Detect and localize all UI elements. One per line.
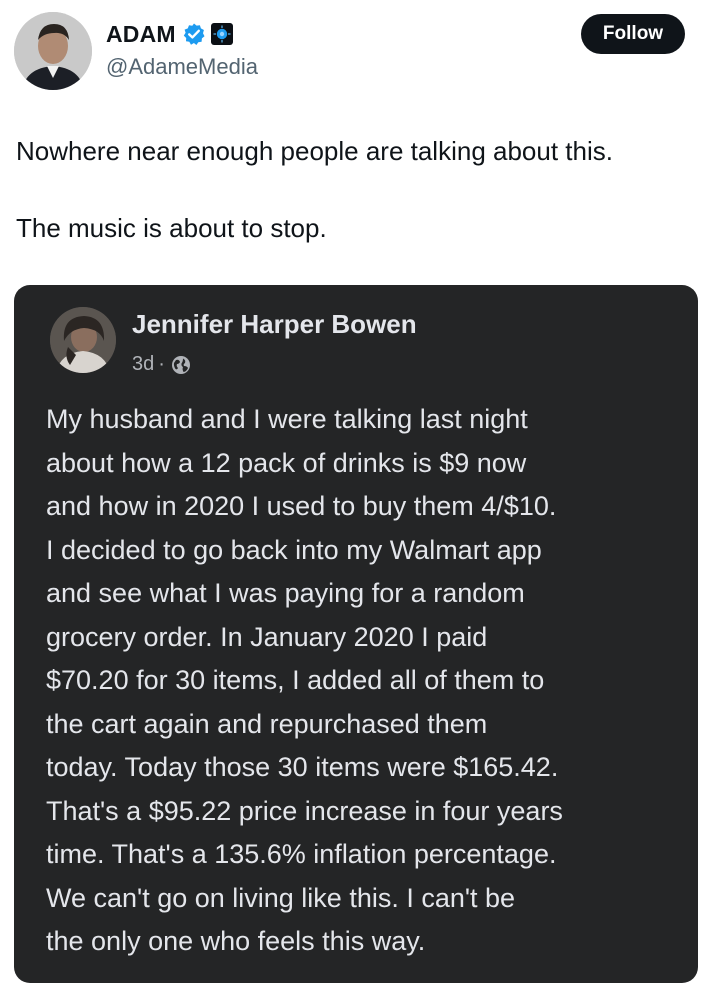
fb-post-line: We can't go on living like this. I can't…	[46, 882, 516, 913]
meta-separator: ·	[158, 353, 165, 375]
fb-post-line: I decided to go back into my Walmart app	[46, 534, 542, 565]
fb-post-meta: 3d ·	[132, 353, 191, 376]
fb-post-line: and how in 2020 I used to buy them 4/$10…	[46, 491, 557, 521]
avatar[interactable]	[14, 12, 92, 90]
follow-button[interactable]: Follow	[581, 14, 685, 54]
fb-post-line: time. That's a 135.6% inflation percenta…	[46, 839, 557, 869]
display-name[interactable]: ADAM	[106, 21, 176, 48]
fb-post-time: 3d	[132, 353, 155, 375]
tweet-text-line: The music is about to stop.	[16, 213, 327, 243]
fb-post-line: My husband and I were talking last night	[46, 404, 528, 434]
fb-post-line: grocery order. In January 2020 I paid	[46, 621, 488, 652]
name-row: ADAM	[106, 18, 234, 50]
fb-author-avatar	[50, 307, 116, 373]
tweet-header: ADAM @AdameMedia Follow	[0, 0, 705, 100]
fb-post-line: $70.20 for 30 items, I added all of them…	[46, 665, 545, 695]
user-handle[interactable]: @AdameMedia	[106, 54, 258, 80]
tweet-text-line: Nowhere near enough people are talking a…	[16, 136, 613, 166]
verified-badge-icon	[182, 22, 206, 46]
fb-post-body: My husband and I were talking last night…	[46, 398, 686, 964]
embedded-facebook-post-image[interactable]: Jennifer Harper Bowen 3d · My husband an…	[14, 285, 698, 983]
fb-post-line: today. Today those 30 items were $165.42…	[46, 752, 559, 782]
affiliate-badge-icon[interactable]	[210, 22, 234, 46]
fb-post-line: That's a $95.22 price increase in four y…	[46, 795, 563, 826]
fb-post-line: the cart again and repurchased them	[46, 708, 488, 739]
fb-author-name: Jennifer Harper Bowen	[132, 309, 417, 339]
fb-post-line: about how a 12 pack of drinks is $9 now	[46, 447, 527, 478]
fb-post-line: and see what I was paying for a random	[46, 578, 525, 608]
globe-icon	[171, 355, 191, 375]
fb-post-line: the only one who feels this way.	[46, 926, 426, 956]
